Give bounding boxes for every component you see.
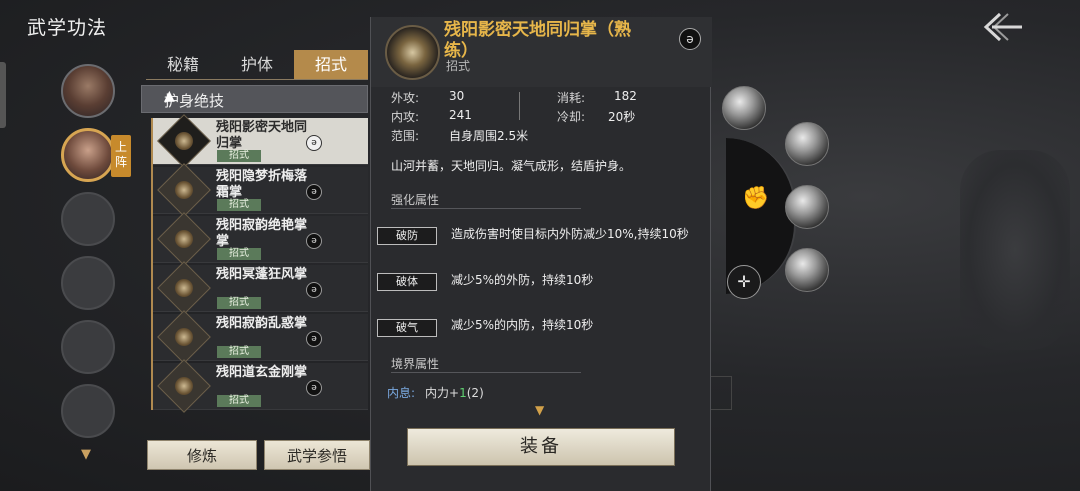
skill-type-badge: 招式 xyxy=(217,248,261,260)
inner-attack-value: 241 xyxy=(449,108,472,122)
character-fist-art xyxy=(960,150,1070,350)
deploy-badge: 上阵 xyxy=(111,135,131,177)
outer-attack-value: 30 xyxy=(449,89,465,103)
range-value: 自身周围2.5米 xyxy=(449,129,529,143)
skill-icon xyxy=(157,359,211,413)
realm-key: 内息: xyxy=(387,386,416,400)
skill-slot-icon[interactable] xyxy=(785,185,829,229)
scroll-down-icon[interactable]: ▼ xyxy=(81,447,91,462)
enhance-tag: 破体 xyxy=(377,273,437,291)
cooldown-value: 20秒 xyxy=(608,110,636,124)
empty-slot[interactable] xyxy=(61,256,115,310)
back-button[interactable] xyxy=(980,10,1026,44)
enhance-text: 造成伤害时使目标内外防减少10%,持续10秒 xyxy=(451,227,689,241)
skill-name: 残阳隐梦折梅落霜掌 xyxy=(216,169,308,200)
equip-button[interactable]: 装备 xyxy=(407,428,675,466)
crosshair-icon[interactable]: ✛ xyxy=(727,265,761,299)
skill-type-badge: 招式 xyxy=(217,346,261,358)
edge-handle[interactable] xyxy=(0,62,6,128)
fist-icon[interactable]: ✊ xyxy=(742,186,769,211)
realm-level: (2) xyxy=(466,386,484,400)
page-title: 武学功法 xyxy=(27,17,108,39)
inner-attack-label: 内攻: xyxy=(391,110,420,124)
ear-icon[interactable]: ə xyxy=(306,282,322,298)
skill-icon xyxy=(157,212,211,266)
list-item[interactable]: 残阳寂韵乱惑掌 招式 ə xyxy=(153,310,368,364)
skill-name: 残阳寂韵绝艳掌掌 xyxy=(216,218,308,249)
skill-slot-icon[interactable] xyxy=(785,122,829,166)
chevron-down-icon[interactable]: ▼ xyxy=(535,403,544,417)
cost-label: 消耗: xyxy=(557,91,586,105)
skill-icon xyxy=(157,114,211,168)
cooldown-label: 冷却: xyxy=(557,110,586,124)
ear-icon[interactable]: ə xyxy=(306,380,322,396)
divider xyxy=(391,372,581,373)
avatar[interactable] xyxy=(61,64,115,118)
skill-name: 残阳影密天地同归掌 xyxy=(216,120,308,151)
skill-icon xyxy=(157,163,211,217)
list-item[interactable]: 残阳隐梦折梅落霜掌 招式 ə xyxy=(153,163,368,217)
list-item[interactable]: 残阳冥蓬狂风掌 招式 ə xyxy=(153,261,368,315)
skill-title: 残阳影密天地同归掌（熟练） xyxy=(444,20,631,61)
skill-type-badge: 招式 xyxy=(217,150,261,162)
skill-detail-panel: 残阳影密天地同归掌（熟练） 招式 ə 外攻: 30 内攻: 241 消耗: 18… xyxy=(370,17,712,491)
skill-name: 残阳冥蓬狂风掌 xyxy=(216,267,308,282)
tab-moves[interactable]: 招式 xyxy=(294,50,368,79)
realm-header: 境界属性 xyxy=(391,357,440,371)
skill-big-icon xyxy=(385,25,440,80)
chevron-up-icon: ▲ xyxy=(164,88,175,104)
list-item[interactable]: 残阳寂韵绝艳掌掌 招式 ə xyxy=(153,212,368,266)
tab-bar: 秘籍 护体 招式 xyxy=(146,50,368,80)
ear-icon[interactable]: ə xyxy=(306,331,322,347)
skill-icon xyxy=(157,310,211,364)
train-button[interactable]: 修炼 xyxy=(147,440,257,470)
skill-slot-icon[interactable] xyxy=(722,86,766,130)
tab-protection[interactable]: 护体 xyxy=(220,50,294,79)
ear-icon[interactable]: ə xyxy=(306,184,322,200)
section-header[interactable]: 护身绝技 ▲ xyxy=(141,85,368,113)
ear-icon[interactable]: ə xyxy=(679,28,701,50)
skill-type-badge: 招式 xyxy=(217,395,261,407)
list-item[interactable]: 残阳影密天地同归掌 招式 ə xyxy=(153,114,368,168)
skill-type: 招式 xyxy=(446,59,471,73)
skill-icon xyxy=(157,261,211,315)
back-arrow-icon xyxy=(983,12,1022,42)
divider xyxy=(391,208,581,209)
study-button[interactable]: 武学参悟 xyxy=(264,440,370,470)
range-label: 范围: xyxy=(391,129,420,143)
skill-type-badge: 招式 xyxy=(217,199,261,211)
enhance-text: 减少5%的外防，持续10秒 xyxy=(451,273,594,287)
skill-type-badge: 招式 xyxy=(217,297,261,309)
list-item[interactable]: 残阳道玄金刚掌 招式 ə xyxy=(153,359,368,413)
realm-value: 内力+ xyxy=(425,386,460,400)
ear-icon[interactable]: ə xyxy=(306,233,322,249)
empty-slot[interactable] xyxy=(61,384,115,438)
realm-attribute: 内息: 内力+1(2) xyxy=(387,384,484,401)
enhance-text: 减少5%的内防，持续10秒 xyxy=(451,318,594,332)
divider xyxy=(519,92,520,120)
empty-slot[interactable] xyxy=(61,192,115,246)
skill-name: 残阳寂韵乱惑掌 xyxy=(216,316,308,331)
enhance-tag: 破气 xyxy=(377,319,437,337)
ear-icon[interactable]: ə xyxy=(306,135,322,151)
outer-attack-label: 外攻: xyxy=(391,91,420,105)
enhance-header: 强化属性 xyxy=(391,193,440,207)
skill-slot-icon[interactable] xyxy=(785,248,829,292)
empty-slot[interactable] xyxy=(61,320,115,374)
tab-secret-books[interactable]: 秘籍 xyxy=(146,50,220,79)
skill-name: 残阳道玄金刚掌 xyxy=(216,365,308,380)
avatar-active[interactable] xyxy=(61,128,115,182)
realm-bonus: 1 xyxy=(459,386,467,400)
skill-description: 山河并蓄，天地同归。凝气成形，结盾护身。 xyxy=(391,159,632,173)
enhance-tag: 破防 xyxy=(377,227,437,245)
cost-value: 182 xyxy=(614,89,637,103)
